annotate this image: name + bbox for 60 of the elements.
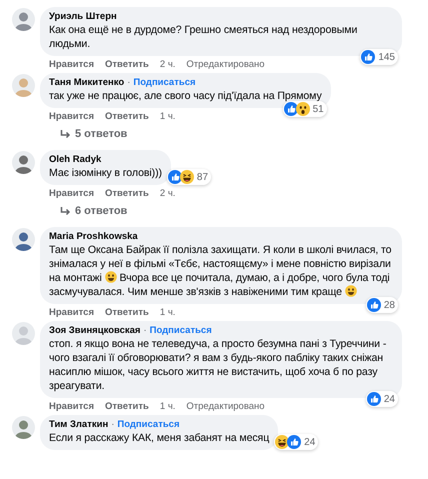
action-link[interactable]: Нравится	[49, 307, 94, 318]
comment-text: Там ще Оксана Байрак її полізла захищати. Я коли в школі вчилася, то знімалася у неї в фільмі «Тєбє, настоящєму» і мене повністю вирізали на монтажі Вчора все це почитала, думаю, а і добре, чого була тоді засмучувалася. Чим менше зв'язків з навіженими тим краще	[49, 243, 392, 299]
author-name[interactable]: Oleh Radyk	[49, 154, 102, 166]
comment-text: Має ізюмінку в голові)))	[49, 166, 162, 180]
comment-text: стоп. я якщо вона не телеведуча, а просто безумна пані з Туреччини - чого взагалі її обговорювати? я вам з будь-якого пабліку таких сніжан насиплю мішок, часу всього життя не вистачить, щоб хоча б по разу зреагувати.	[49, 337, 388, 393]
follow-link[interactable]: Подписаться	[150, 325, 212, 337]
author-name[interactable]: Зоя Звиняцковская	[49, 325, 140, 337]
reply-arrow-icon	[60, 207, 71, 216]
laughing-emoji-icon	[275, 435, 290, 449]
separator-dot: ·	[127, 77, 130, 89]
avatar[interactable]	[12, 228, 35, 251]
reply-arrow-icon	[60, 130, 71, 139]
laughing-emoji-icon	[180, 170, 194, 184]
author-name[interactable]: Maria Proshkowska	[49, 231, 138, 243]
timestamp[interactable]: 1 ч.	[160, 111, 176, 122]
timestamp[interactable]: 2 ч.	[160, 188, 176, 199]
follow-link[interactable]: Подписаться	[117, 419, 180, 431]
avatar[interactable]	[12, 151, 35, 174]
timestamp[interactable]: 2 ч.	[160, 59, 176, 70]
reaction-badge[interactable]: 24	[366, 391, 398, 407]
edited-label: Отредактировано	[186, 59, 265, 70]
timestamp[interactable]: 1 ч.	[160, 307, 176, 318]
thumbs-up-icon	[284, 102, 298, 116]
thumbs-up-icon	[287, 435, 302, 449]
smile-emoji-icon	[344, 285, 357, 297]
action-link[interactable]: Ответить	[104, 401, 149, 412]
smile-emoji-icon	[104, 271, 117, 283]
comment-text: так уже не працює, але свого часу під'їдала на Прямому	[49, 89, 322, 103]
separator-dot: ·	[143, 325, 147, 337]
surprised-emoji-icon	[296, 102, 310, 116]
action-link[interactable]: Ответить	[104, 59, 149, 70]
avatar[interactable]	[12, 8, 35, 31]
action-link[interactable]: Ответить	[104, 307, 149, 318]
action-link[interactable]: Нравится	[49, 188, 94, 199]
thumbs-up-icon	[168, 170, 182, 184]
separator-dot: ·	[111, 419, 114, 431]
author-name[interactable]: Уриэль Штерн	[49, 11, 117, 23]
action-link[interactable]: Нравится	[49, 401, 94, 412]
comment-text: Если я расскажу КАК, меня забанят на месяц	[49, 431, 270, 445]
reaction-badge[interactable]: 28	[366, 297, 398, 313]
replies-link[interactable]: 5 ответов	[60, 128, 428, 141]
thumbs-up-icon	[366, 298, 381, 312]
author-name[interactable]: Таня Микитенко	[49, 77, 124, 89]
follow-link[interactable]: Подписаться	[133, 77, 196, 89]
reaction-badge[interactable]: 24	[274, 434, 318, 450]
thumbs-up-icon	[361, 50, 376, 64]
thumbs-up-icon	[366, 392, 381, 406]
timestamp[interactable]: 1 ч.	[160, 401, 176, 412]
action-link[interactable]: Нравится	[49, 111, 94, 122]
edited-label: Отредактировано	[186, 401, 265, 412]
reaction-badge[interactable]: 87	[166, 169, 212, 185]
author-name[interactable]: Тим Златкин	[49, 419, 108, 431]
avatar[interactable]	[12, 416, 35, 439]
action-link[interactable]: Ответить	[104, 111, 149, 122]
comment-text: Как она ещё не в дурдоме? Грешно смеяться над нездоровыми людьми.	[49, 23, 358, 51]
reaction-badge[interactable]: 51	[282, 101, 327, 117]
replies-link[interactable]: 6 ответов	[60, 205, 428, 218]
action-link[interactable]: Ответить	[104, 188, 149, 199]
reaction-badge[interactable]: 145	[360, 49, 398, 65]
action-link[interactable]: Нравится	[49, 59, 94, 70]
